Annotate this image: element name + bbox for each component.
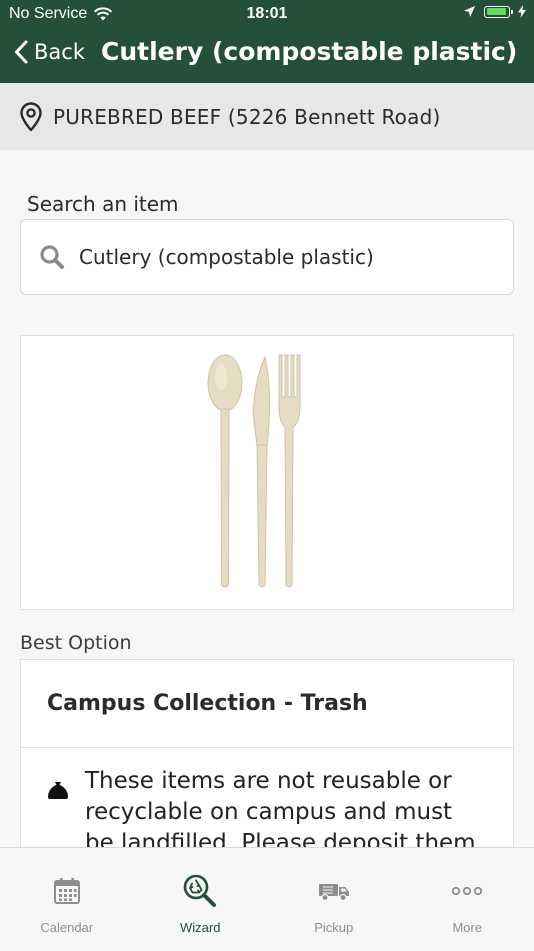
tab-bar: Calendar Wizard Pickup xyxy=(0,847,534,951)
search-label: Search an item xyxy=(27,192,179,216)
wizard-search-icon xyxy=(183,875,217,907)
item-image-card xyxy=(20,335,514,610)
page-title: Cutlery (compostable plastic) xyxy=(101,37,517,66)
section-label-best-option: Best Option xyxy=(20,632,132,654)
tab-pickup[interactable]: Pickup xyxy=(267,848,401,951)
navigation-bar: Back Cutlery (compostable plastic) xyxy=(0,28,534,83)
battery-icon xyxy=(484,6,510,18)
tab-more[interactable]: More xyxy=(401,848,534,951)
back-label: Back xyxy=(34,40,85,64)
map-pin-icon xyxy=(19,102,43,132)
chevron-left-icon xyxy=(14,40,28,64)
back-button[interactable]: Back xyxy=(14,40,85,64)
location-text: PUREBRED BEEF (5226 Bennett Road) xyxy=(53,105,440,129)
tab-label-pickup: Pickup xyxy=(314,920,353,935)
cutlery-image xyxy=(207,353,327,593)
trash-bag-icon xyxy=(47,778,69,809)
more-icon xyxy=(452,875,482,907)
search-box[interactable] xyxy=(20,219,514,295)
calendar-icon xyxy=(53,875,81,907)
tab-calendar[interactable]: Calendar xyxy=(0,848,134,951)
charging-bolt-icon xyxy=(518,5,526,18)
tab-label-more: More xyxy=(452,920,482,935)
clock: 18:01 xyxy=(0,5,534,23)
search-icon xyxy=(39,244,65,270)
location-bar[interactable]: PUREBRED BEEF (5226 Bennett Road) xyxy=(0,83,534,150)
truck-icon xyxy=(318,875,350,907)
tab-label-calendar: Calendar xyxy=(40,920,93,935)
search-input[interactable] xyxy=(77,244,481,270)
status-bar: No Service 18:01 xyxy=(0,0,534,28)
result-title: Campus Collection - Trash xyxy=(21,660,513,748)
tab-label-wizard: Wizard xyxy=(180,920,220,935)
tab-wizard[interactable]: Wizard xyxy=(134,848,268,951)
location-arrow-icon xyxy=(463,5,476,18)
